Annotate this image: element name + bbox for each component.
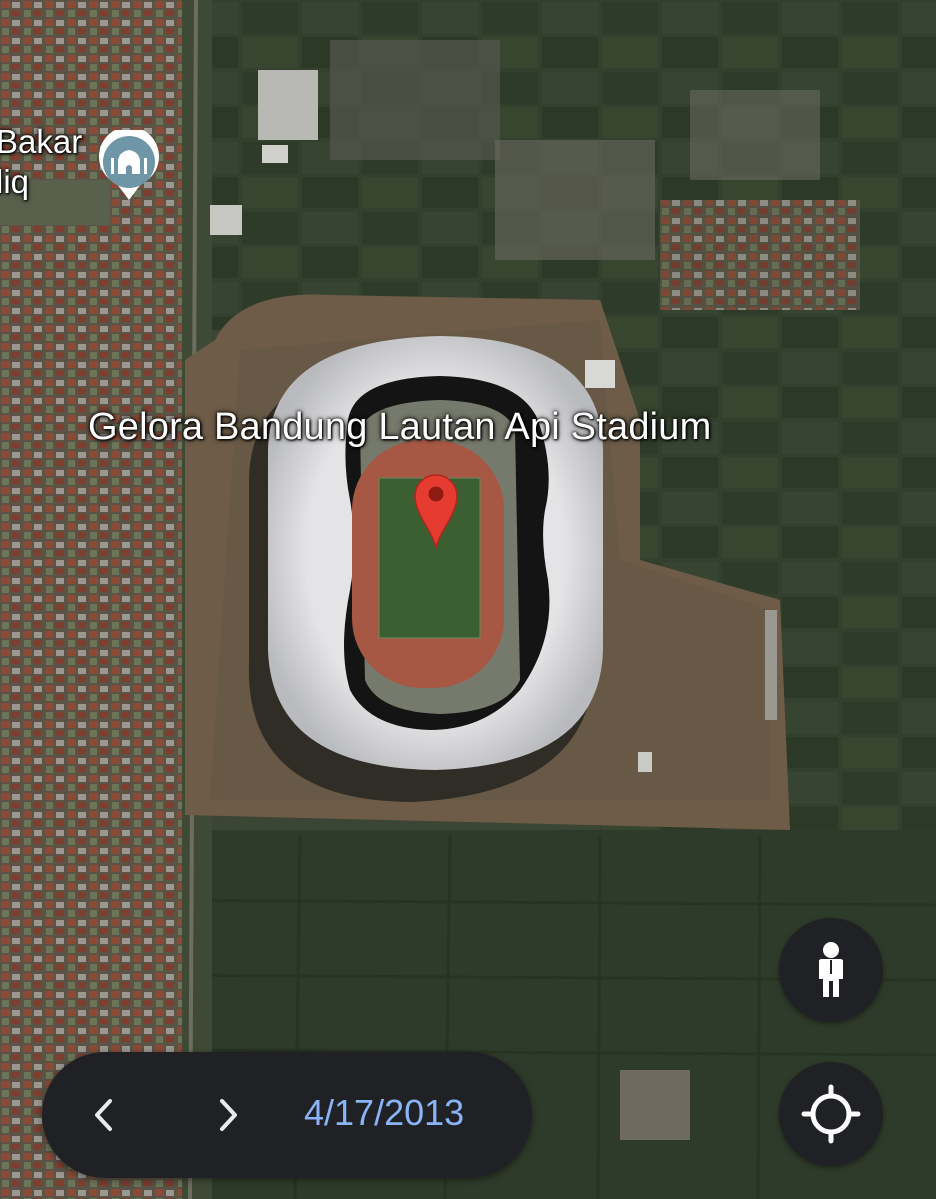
chevron-right-icon (220, 1099, 237, 1131)
previous-date-button[interactable] (74, 1085, 134, 1145)
poi-label-line1: Bakar (0, 123, 83, 160)
red-location-pin-icon[interactable] (413, 472, 459, 550)
my-location-button[interactable] (779, 1062, 883, 1166)
chevron-left-icon (95, 1099, 112, 1131)
street-view-button[interactable] (779, 918, 883, 1022)
poi-label-line2: liq (0, 163, 30, 200)
mosque-icon[interactable] (97, 130, 161, 202)
next-date-button[interactable] (198, 1085, 258, 1145)
place-label[interactable]: Gelora Bandung Lautan Api Stadium (88, 406, 712, 449)
historical-imagery-bar: 4/17/2013 (42, 1052, 532, 1178)
pegman-icon (819, 942, 843, 997)
crosshair-icon (801, 1084, 861, 1144)
poi-label[interactable]: Bakar liq (0, 122, 82, 202)
imagery-date[interactable]: 4/17/2013 (304, 1092, 464, 1134)
satellite-map[interactable]: Gelora Bandung Lautan Api Stadium Bakar … (0, 0, 936, 1199)
